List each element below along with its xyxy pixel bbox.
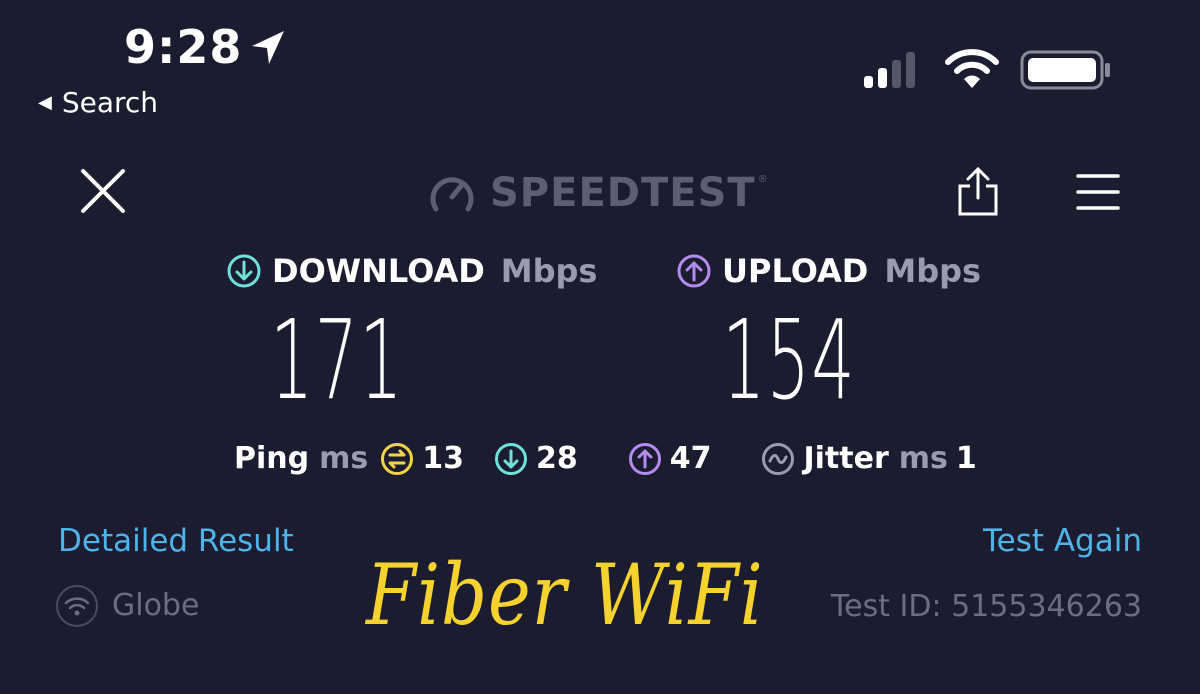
- provider-info: Globe: [56, 584, 199, 628]
- ping-download-value: 28: [535, 441, 578, 476]
- download-unit: Mbps: [500, 252, 598, 290]
- speedtest-logo: SPEEDTEST ®: [428, 170, 768, 216]
- back-to-search[interactable]: ◀ Search: [38, 86, 158, 120]
- test-id: Test ID: 5155346263: [830, 589, 1142, 624]
- upload-arrow-icon: [677, 254, 711, 288]
- menu-icon[interactable]: [1076, 172, 1120, 212]
- back-triangle-icon: ◀: [38, 92, 52, 113]
- ping-upload-icon: [628, 443, 661, 475]
- upload-header: UPLOAD Mbps: [676, 252, 981, 290]
- download-arrow-icon: [227, 254, 261, 288]
- fiber-wifi-caption: Fiber WiFi: [366, 546, 764, 644]
- ping-download-icon: [494, 443, 527, 475]
- upload-speed-value: 154: [722, 296, 856, 424]
- idle-ping-icon: [381, 443, 414, 475]
- download-speed-value: 171: [270, 296, 404, 424]
- ping-unit: ms: [319, 441, 369, 476]
- battery-icon: [1020, 50, 1110, 90]
- wifi-provider-icon: [56, 585, 98, 627]
- cellular-signal-icon: [864, 52, 915, 88]
- jitter-unit: ms: [898, 441, 948, 476]
- ping-upload-value: 47: [669, 441, 712, 476]
- location-arrow-icon: [252, 31, 284, 64]
- ping-idle-value: 13: [422, 441, 464, 476]
- detailed-result-link[interactable]: Detailed Result: [58, 522, 294, 560]
- brand-name: SPEEDTEST: [490, 170, 756, 216]
- wifi-status-icon: [945, 49, 999, 88]
- upload-label: UPLOAD: [722, 252, 869, 290]
- ping-label: Ping: [234, 441, 310, 476]
- close-icon[interactable]: [80, 168, 126, 214]
- jitter-label: Jitter: [803, 441, 889, 476]
- download-header: DOWNLOAD Mbps: [226, 252, 597, 290]
- status-time: 9:28: [124, 20, 243, 74]
- ping-jitter-row: Ping ms 13 28 47 Jitter ms 1: [234, 440, 977, 478]
- brand-trademark: ®: [757, 174, 768, 185]
- jitter-value: 1: [955, 441, 977, 476]
- upload-unit: Mbps: [884, 252, 982, 290]
- test-again-link[interactable]: Test Again: [983, 522, 1142, 560]
- back-label: Search: [61, 86, 159, 119]
- provider-name: Globe: [112, 588, 200, 623]
- download-label: DOWNLOAD: [272, 252, 485, 290]
- gauge-icon: [430, 177, 474, 212]
- jitter-icon: [762, 443, 795, 475]
- share-icon[interactable]: [956, 166, 1000, 218]
